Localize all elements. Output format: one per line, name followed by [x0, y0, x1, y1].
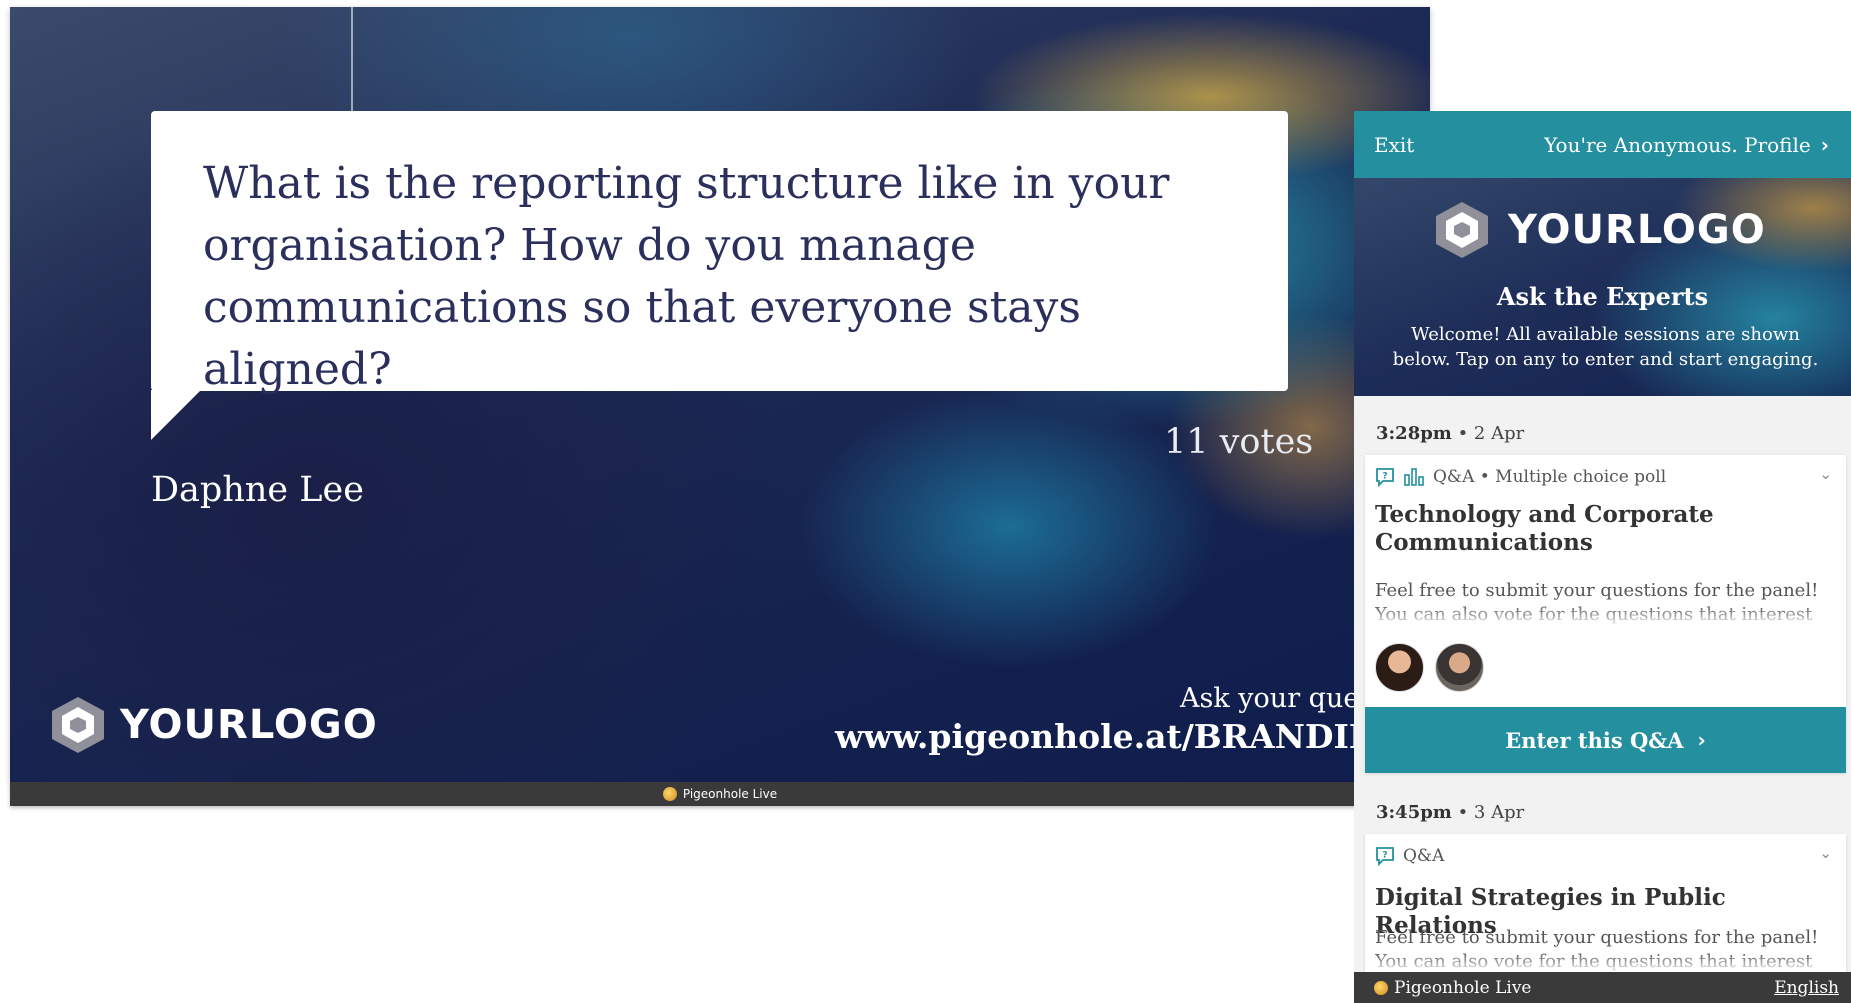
event-hero: YOURLOGO Ask the Experts Welcome! All av… — [1354, 178, 1851, 396]
session-date: • 2 Apr — [1457, 423, 1525, 444]
avatar — [1435, 643, 1484, 692]
pigeonhole-icon — [662, 787, 677, 801]
slide-footer: Pigeonhole Live — [10, 782, 1430, 806]
session-time-value: 3:28pm — [1376, 423, 1452, 444]
chevron-down-icon[interactable]: ⌄ — [1819, 465, 1832, 483]
speaker-avatars — [1375, 643, 1575, 693]
question-bubble: What is the reporting structure like in … — [151, 111, 1288, 395]
question-text: What is the reporting structure like in … — [203, 158, 1170, 395]
welcome-text: Welcome! All available sessions are show… — [1392, 324, 1819, 370]
session-type-label: Q&A — [1403, 846, 1445, 866]
event-url: www.pigeonhole.at/BRANDINGDE — [835, 717, 1430, 756]
footer-label: Pigeonhole Live — [1394, 977, 1532, 998]
poll-chart-icon — [1404, 468, 1424, 486]
panel-footer: Pigeonhole Live English — [1354, 972, 1851, 1003]
logo-text: YOURLOGO — [120, 702, 378, 748]
pigeonhole-icon — [1374, 980, 1388, 995]
chevron-down-icon[interactable]: ⌄ — [1819, 844, 1832, 862]
session-time-value: 3:45pm — [1376, 802, 1452, 823]
description-fade — [1365, 952, 1846, 974]
session-card[interactable]: ? Q&A • Multiple choice poll ⌄ Technolog… — [1365, 455, 1846, 773]
question-bubble-icon: ? — [1376, 468, 1394, 487]
session-date: • 3 Apr — [1457, 802, 1525, 823]
description-fade — [1365, 605, 1846, 627]
vote-count: 11 votes — [1164, 422, 1314, 462]
presenter-slide: What is the reporting structure like in … — [10, 7, 1430, 782]
bubble-tail — [151, 390, 201, 440]
exit-button[interactable]: Exit — [1374, 133, 1414, 157]
svg-text:?: ? — [1382, 851, 1387, 861]
session-time: 3:45pm • 3 Apr — [1376, 802, 1524, 823]
session-type-label: Q&A • Multiple choice poll — [1433, 467, 1667, 487]
language-selector[interactable]: English — [1774, 978, 1839, 998]
session-type: ? Q&A • Multiple choice poll — [1375, 467, 1666, 487]
hexagon-logo-icon — [52, 697, 104, 753]
enter-qa-label: Enter this Q&A — [1505, 727, 1684, 753]
avatar — [1375, 643, 1424, 692]
profile-label: You're Anonymous. Profile — [1544, 132, 1811, 157]
slide-logo: YOURLOGO — [50, 695, 378, 755]
audience-panel: Exit You're Anonymous. Profile › YOURLOG… — [1354, 111, 1851, 1003]
session-title: Technology and Corporate Communications — [1375, 501, 1714, 556]
chevron-right-icon: › — [1697, 728, 1706, 752]
session-card[interactable]: ? Q&A ⌄ Digital Strategies in Public Rel… — [1365, 834, 1846, 994]
session-type: ? Q&A — [1375, 846, 1444, 866]
enter-qa-button[interactable]: Enter this Q&A › — [1365, 707, 1846, 773]
session-time: 3:28pm • 2 Apr — [1376, 423, 1524, 444]
footer-brand: Pigeonhole Live — [1374, 978, 1531, 998]
event-title: Ask the Experts — [1496, 282, 1709, 311]
profile-link[interactable]: You're Anonymous. Profile › — [1544, 133, 1829, 157]
hexagon-logo-icon — [1436, 202, 1488, 258]
chevron-right-icon: › — [1820, 132, 1829, 157]
logo-text: YOURLOGO — [1508, 207, 1766, 253]
panel-topbar: Exit You're Anonymous. Profile › — [1354, 111, 1851, 178]
question-author: Daphne Lee — [151, 470, 364, 510]
svg-text:?: ? — [1382, 472, 1387, 482]
hero-logo: YOURLOGO — [1434, 200, 1766, 260]
question-bubble-icon: ? — [1376, 847, 1394, 866]
footer-label: Pigeonhole Live — [682, 787, 778, 801]
